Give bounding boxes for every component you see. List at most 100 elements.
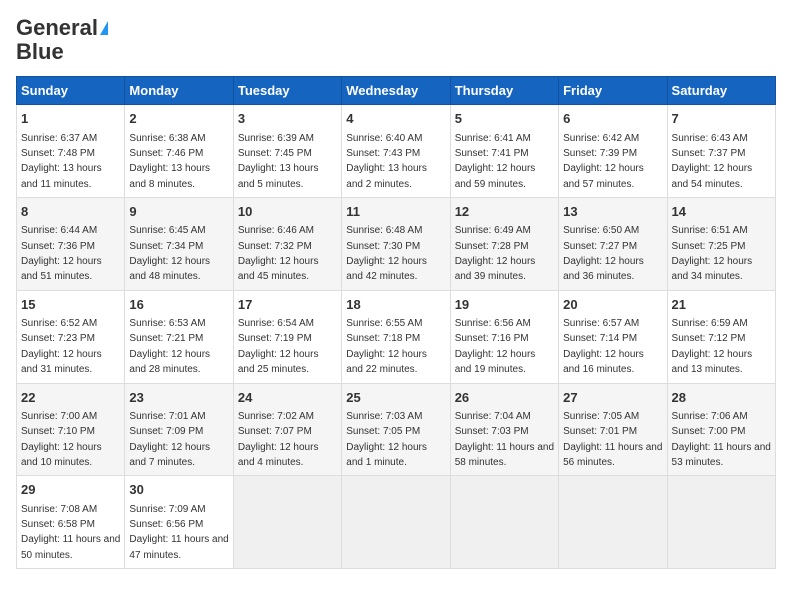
- calendar-cell: [233, 476, 341, 569]
- day-info: Sunrise: 6:40 AMSunset: 7:43 PMDaylight:…: [346, 133, 427, 190]
- calendar-cell: 2 Sunrise: 6:38 AMSunset: 7:46 PMDayligh…: [125, 105, 233, 198]
- day-info: Sunrise: 6:41 AMSunset: 7:41 PMDaylight:…: [455, 133, 536, 190]
- calendar-cell: 17 Sunrise: 6:54 AMSunset: 7:19 PMDaylig…: [233, 290, 341, 383]
- day-of-week-header: Thursday: [450, 77, 558, 105]
- calendar-header-row: SundayMondayTuesdayWednesdayThursdayFrid…: [17, 77, 776, 105]
- calendar-cell: 3 Sunrise: 6:39 AMSunset: 7:45 PMDayligh…: [233, 105, 341, 198]
- day-number: 29: [21, 481, 120, 499]
- day-number: 16: [129, 296, 228, 314]
- calendar-cell: 22 Sunrise: 7:00 AMSunset: 7:10 PMDaylig…: [17, 383, 125, 476]
- calendar-cell: 9 Sunrise: 6:45 AMSunset: 7:34 PMDayligh…: [125, 198, 233, 291]
- calendar-cell: 12 Sunrise: 6:49 AMSunset: 7:28 PMDaylig…: [450, 198, 558, 291]
- day-info: Sunrise: 7:02 AMSunset: 7:07 PMDaylight:…: [238, 411, 319, 468]
- day-info: Sunrise: 7:09 AMSunset: 6:56 PMDaylight:…: [129, 504, 228, 561]
- calendar-cell: 18 Sunrise: 6:55 AMSunset: 7:18 PMDaylig…: [342, 290, 450, 383]
- calendar-cell: [342, 476, 450, 569]
- day-info: Sunrise: 6:48 AMSunset: 7:30 PMDaylight:…: [346, 225, 427, 282]
- day-info: Sunrise: 6:55 AMSunset: 7:18 PMDaylight:…: [346, 318, 427, 375]
- calendar-cell: 16 Sunrise: 6:53 AMSunset: 7:21 PMDaylig…: [125, 290, 233, 383]
- day-number: 10: [238, 203, 337, 221]
- calendar-cell: [559, 476, 667, 569]
- day-number: 13: [563, 203, 662, 221]
- calendar-cell: 21 Sunrise: 6:59 AMSunset: 7:12 PMDaylig…: [667, 290, 775, 383]
- calendar-week-row: 8 Sunrise: 6:44 AMSunset: 7:36 PMDayligh…: [17, 198, 776, 291]
- calendar-cell: 11 Sunrise: 6:48 AMSunset: 7:30 PMDaylig…: [342, 198, 450, 291]
- day-number: 14: [672, 203, 771, 221]
- day-info: Sunrise: 7:05 AMSunset: 7:01 PMDaylight:…: [563, 411, 662, 468]
- day-info: Sunrise: 6:56 AMSunset: 7:16 PMDaylight:…: [455, 318, 536, 375]
- day-of-week-header: Wednesday: [342, 77, 450, 105]
- day-info: Sunrise: 6:52 AMSunset: 7:23 PMDaylight:…: [21, 318, 102, 375]
- calendar-cell: 27 Sunrise: 7:05 AMSunset: 7:01 PMDaylig…: [559, 383, 667, 476]
- day-number: 4: [346, 110, 445, 128]
- day-number: 3: [238, 110, 337, 128]
- calendar-cell: 1 Sunrise: 6:37 AMSunset: 7:48 PMDayligh…: [17, 105, 125, 198]
- day-info: Sunrise: 6:57 AMSunset: 7:14 PMDaylight:…: [563, 318, 644, 375]
- calendar-cell: 19 Sunrise: 6:56 AMSunset: 7:16 PMDaylig…: [450, 290, 558, 383]
- calendar-cell: 25 Sunrise: 7:03 AMSunset: 7:05 PMDaylig…: [342, 383, 450, 476]
- calendar-cell: 30 Sunrise: 7:09 AMSunset: 6:56 PMDaylig…: [125, 476, 233, 569]
- calendar-cell: 28 Sunrise: 7:06 AMSunset: 7:00 PMDaylig…: [667, 383, 775, 476]
- calendar-cell: 4 Sunrise: 6:40 AMSunset: 7:43 PMDayligh…: [342, 105, 450, 198]
- day-number: 12: [455, 203, 554, 221]
- calendar-cell: 14 Sunrise: 6:51 AMSunset: 7:25 PMDaylig…: [667, 198, 775, 291]
- day-info: Sunrise: 6:51 AMSunset: 7:25 PMDaylight:…: [672, 225, 753, 282]
- day-info: Sunrise: 6:54 AMSunset: 7:19 PMDaylight:…: [238, 318, 319, 375]
- calendar-cell: 20 Sunrise: 6:57 AMSunset: 7:14 PMDaylig…: [559, 290, 667, 383]
- day-info: Sunrise: 6:45 AMSunset: 7:34 PMDaylight:…: [129, 225, 210, 282]
- calendar-cell: 24 Sunrise: 7:02 AMSunset: 7:07 PMDaylig…: [233, 383, 341, 476]
- day-info: Sunrise: 7:06 AMSunset: 7:00 PMDaylight:…: [672, 411, 771, 468]
- calendar-week-row: 15 Sunrise: 6:52 AMSunset: 7:23 PMDaylig…: [17, 290, 776, 383]
- calendar-week-row: 22 Sunrise: 7:00 AMSunset: 7:10 PMDaylig…: [17, 383, 776, 476]
- calendar-cell: 23 Sunrise: 7:01 AMSunset: 7:09 PMDaylig…: [125, 383, 233, 476]
- calendar-cell: 7 Sunrise: 6:43 AMSunset: 7:37 PMDayligh…: [667, 105, 775, 198]
- calendar-cell: 10 Sunrise: 6:46 AMSunset: 7:32 PMDaylig…: [233, 198, 341, 291]
- calendar-week-row: 29 Sunrise: 7:08 AMSunset: 6:58 PMDaylig…: [17, 476, 776, 569]
- day-of-week-header: Monday: [125, 77, 233, 105]
- logo: General Blue: [16, 16, 108, 64]
- day-number: 6: [563, 110, 662, 128]
- day-info: Sunrise: 6:43 AMSunset: 7:37 PMDaylight:…: [672, 133, 753, 190]
- calendar-cell: 15 Sunrise: 6:52 AMSunset: 7:23 PMDaylig…: [17, 290, 125, 383]
- day-number: 25: [346, 389, 445, 407]
- day-info: Sunrise: 6:49 AMSunset: 7:28 PMDaylight:…: [455, 225, 536, 282]
- day-info: Sunrise: 6:39 AMSunset: 7:45 PMDaylight:…: [238, 133, 319, 190]
- day-number: 26: [455, 389, 554, 407]
- day-of-week-header: Friday: [559, 77, 667, 105]
- calendar-cell: [450, 476, 558, 569]
- day-info: Sunrise: 6:38 AMSunset: 7:46 PMDaylight:…: [129, 133, 210, 190]
- calendar-week-row: 1 Sunrise: 6:37 AMSunset: 7:48 PMDayligh…: [17, 105, 776, 198]
- calendar-cell: 8 Sunrise: 6:44 AMSunset: 7:36 PMDayligh…: [17, 198, 125, 291]
- day-of-week-header: Sunday: [17, 77, 125, 105]
- day-number: 18: [346, 296, 445, 314]
- page-header: General Blue: [16, 16, 776, 64]
- calendar-table: SundayMondayTuesdayWednesdayThursdayFrid…: [16, 76, 776, 569]
- day-number: 5: [455, 110, 554, 128]
- logo-arrow-icon: [100, 21, 108, 35]
- day-number: 2: [129, 110, 228, 128]
- day-info: Sunrise: 6:50 AMSunset: 7:27 PMDaylight:…: [563, 225, 644, 282]
- day-info: Sunrise: 7:04 AMSunset: 7:03 PMDaylight:…: [455, 411, 554, 468]
- day-info: Sunrise: 7:08 AMSunset: 6:58 PMDaylight:…: [21, 504, 120, 561]
- day-number: 15: [21, 296, 120, 314]
- day-info: Sunrise: 6:44 AMSunset: 7:36 PMDaylight:…: [21, 225, 102, 282]
- calendar-cell: 5 Sunrise: 6:41 AMSunset: 7:41 PMDayligh…: [450, 105, 558, 198]
- day-number: 22: [21, 389, 120, 407]
- day-info: Sunrise: 7:03 AMSunset: 7:05 PMDaylight:…: [346, 411, 427, 468]
- day-of-week-header: Tuesday: [233, 77, 341, 105]
- logo-blue: Blue: [16, 40, 64, 64]
- day-number: 21: [672, 296, 771, 314]
- day-number: 11: [346, 203, 445, 221]
- day-number: 27: [563, 389, 662, 407]
- calendar-cell: 29 Sunrise: 7:08 AMSunset: 6:58 PMDaylig…: [17, 476, 125, 569]
- day-number: 7: [672, 110, 771, 128]
- day-info: Sunrise: 6:46 AMSunset: 7:32 PMDaylight:…: [238, 225, 319, 282]
- day-info: Sunrise: 7:01 AMSunset: 7:09 PMDaylight:…: [129, 411, 210, 468]
- day-number: 28: [672, 389, 771, 407]
- day-number: 1: [21, 110, 120, 128]
- day-number: 19: [455, 296, 554, 314]
- day-number: 23: [129, 389, 228, 407]
- calendar-body: 1 Sunrise: 6:37 AMSunset: 7:48 PMDayligh…: [17, 105, 776, 569]
- day-number: 20: [563, 296, 662, 314]
- calendar-cell: 26 Sunrise: 7:04 AMSunset: 7:03 PMDaylig…: [450, 383, 558, 476]
